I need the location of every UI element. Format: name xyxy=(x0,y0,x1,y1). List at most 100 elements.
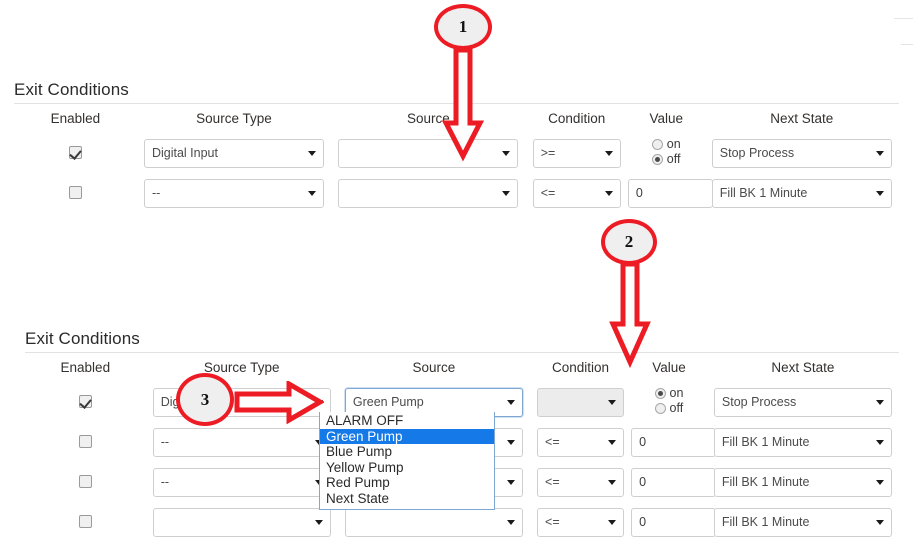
enabled-checkbox[interactable] xyxy=(78,435,92,449)
cell-next-state: Fill BK 1 Minute xyxy=(707,462,899,502)
radio-on-label: on xyxy=(669,386,684,401)
dropdown-option-green-pump[interactable]: Green Pump xyxy=(320,428,494,444)
dropdown-option-red-pump[interactable]: Red Pump xyxy=(320,475,494,491)
header-source: Source xyxy=(412,360,456,375)
condition-select[interactable]: <= xyxy=(537,467,625,497)
cell-value: 0 xyxy=(627,173,713,213)
source-type-value: -- xyxy=(151,185,161,200)
next-state-select[interactable]: Stop Process xyxy=(711,138,892,168)
radio-on-row[interactable]: on xyxy=(654,386,684,401)
cell-condition: <= xyxy=(530,502,631,542)
header-enabled: Enabled xyxy=(50,111,101,126)
section-title: Exit Conditions xyxy=(25,329,140,348)
chevron-down-icon xyxy=(875,520,884,525)
radio-on[interactable] xyxy=(654,387,666,399)
next-state-value: Fill BK 1 Minute xyxy=(721,434,810,449)
cell-condition xyxy=(530,382,631,422)
chevron-down-icon xyxy=(608,440,617,445)
cell-source-type: Digital Input xyxy=(137,133,331,173)
enabled-checkbox[interactable] xyxy=(68,146,82,160)
next-state-value: Fill BK 1 Minute xyxy=(721,474,810,489)
cell-next-state: Fill BK 1 Minute xyxy=(707,422,899,462)
next-state-select[interactable]: Fill BK 1 Minute xyxy=(713,467,892,497)
source-select[interactable] xyxy=(344,507,523,537)
next-state-select[interactable]: Stop Process xyxy=(713,387,892,417)
cell-enabled xyxy=(25,462,146,502)
radio-on[interactable] xyxy=(651,138,663,150)
header-source-type: Source Type xyxy=(203,360,280,375)
source-type-select[interactable] xyxy=(152,507,331,537)
condition-select[interactable]: <= xyxy=(532,178,621,208)
page-divider-right xyxy=(901,44,913,45)
cell-source-type: -- xyxy=(137,173,331,213)
cell-value: 0 xyxy=(631,502,717,542)
source-type-value: Digital Input xyxy=(151,145,218,160)
cell-next-state: Stop Process xyxy=(707,382,899,422)
condition-select[interactable]: >= xyxy=(532,138,621,168)
value-input[interactable]: 0 xyxy=(627,178,713,208)
header-next-state: Next State xyxy=(771,360,835,375)
annotation-marker-3-label: 3 xyxy=(200,390,210,409)
annotation-marker-3: 3 xyxy=(176,373,234,426)
annotation-marker-2: 2 xyxy=(601,219,657,265)
condition-select[interactable]: <= xyxy=(537,507,625,537)
next-state-select[interactable]: Fill BK 1 Minute xyxy=(711,178,892,208)
condition-select[interactable]: <= xyxy=(537,427,625,457)
radio-off-row[interactable]: off xyxy=(654,401,684,416)
annotation-marker-2-label: 2 xyxy=(624,232,634,251)
enabled-checkbox[interactable] xyxy=(78,515,92,529)
radio-off[interactable] xyxy=(651,153,663,165)
next-state-value: Fill BK 1 Minute xyxy=(721,514,810,529)
source-type-value: -- xyxy=(160,434,170,449)
value-input[interactable]: 0 xyxy=(631,467,717,497)
header-condition: Condition xyxy=(548,111,606,126)
enabled-checkbox[interactable] xyxy=(68,186,82,200)
source-type-select[interactable]: Digital Input xyxy=(143,138,324,168)
radio-off-label: off xyxy=(669,401,684,416)
chevron-down-icon xyxy=(604,191,613,196)
radio-on-row[interactable]: on xyxy=(651,137,681,152)
table-header-row: Enabled Source Type Source Condition Val… xyxy=(25,355,899,382)
next-state-value: Fill BK 1 Minute xyxy=(719,185,808,200)
value-input[interactable]: 0 xyxy=(631,427,717,457)
annotation-arrow-3 xyxy=(234,381,324,425)
dropdown-option-yellow-pump[interactable]: Yellow Pump xyxy=(320,460,494,476)
cell-enabled xyxy=(25,422,146,462)
source-type-select[interactable]: -- xyxy=(152,467,331,497)
dropdown-option-blue-pump[interactable]: Blue Pump xyxy=(320,444,494,460)
next-state-value: Stop Process xyxy=(721,394,797,409)
value-radio-group[interactable]: on off xyxy=(654,386,684,416)
value-input[interactable]: 0 xyxy=(631,507,717,537)
dropdown-option-next-state[interactable]: Next State xyxy=(320,491,494,507)
condition-select-disabled xyxy=(537,387,625,417)
chevron-down-icon xyxy=(506,440,515,445)
next-state-select[interactable]: Fill BK 1 Minute xyxy=(713,427,892,457)
chevron-down-icon xyxy=(608,400,617,405)
screenshot-root: Exit Conditions Enabled Source Type Sour… xyxy=(0,0,913,550)
chevron-down-icon xyxy=(604,151,613,156)
enabled-checkbox[interactable] xyxy=(78,475,92,489)
page-divider-top-right xyxy=(894,18,913,19)
source-dropdown-list[interactable]: ALARM OFF Green Pump Blue Pump Yellow Pu… xyxy=(319,412,495,510)
radio-off-row[interactable]: off xyxy=(651,152,681,167)
chevron-down-icon xyxy=(608,520,617,525)
value-radio-group[interactable]: on off xyxy=(651,137,681,167)
annotation-marker-1: 1 xyxy=(434,4,492,50)
cell-next-state: Fill BK 1 Minute xyxy=(705,173,899,213)
cell-value: 0 xyxy=(631,462,717,502)
source-type-select[interactable]: -- xyxy=(152,427,331,457)
cell-enabled xyxy=(14,133,137,173)
source-type-select[interactable]: -- xyxy=(143,178,324,208)
next-state-select[interactable]: Fill BK 1 Minute xyxy=(713,507,892,537)
annotation-arrow-1 xyxy=(441,48,485,162)
cell-next-state: Fill BK 1 Minute xyxy=(707,502,899,542)
chevron-down-icon xyxy=(314,520,323,525)
radio-off[interactable] xyxy=(654,402,666,414)
chevron-down-icon xyxy=(502,191,511,196)
dropdown-option-alarm-off[interactable]: ALARM OFF xyxy=(320,413,494,429)
enabled-checkbox[interactable] xyxy=(78,395,92,409)
radio-off-label: off xyxy=(666,152,681,167)
annotation-marker-1-label: 1 xyxy=(458,17,468,36)
cell-next-state: Stop Process xyxy=(705,133,899,173)
cell-value: on off xyxy=(631,382,707,422)
